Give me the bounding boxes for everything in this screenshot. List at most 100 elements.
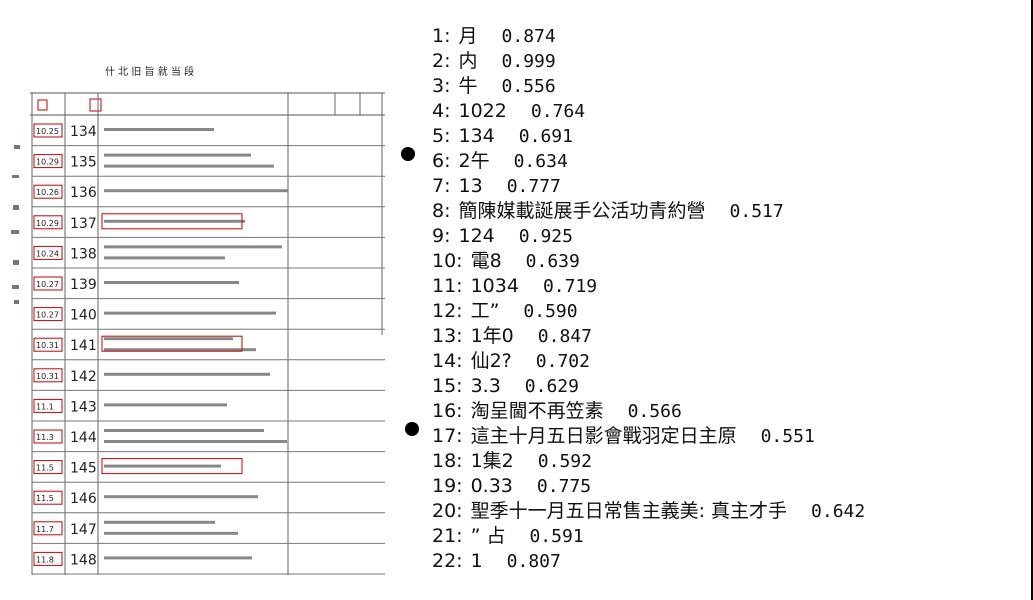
result-score: 0.517 [729,201,784,222]
row-date: 10.31 [36,341,59,350]
result-index: 10: [432,250,463,272]
result-score: 0.764 [530,101,586,122]
handwritten-text-stroke [104,531,238,535]
result-index: 15: [432,375,463,397]
result-index: 1: [432,25,451,47]
result-text: 1年0 [470,325,514,347]
row-date: 10.25 [36,127,59,136]
result-index: 11: [432,275,463,297]
result-index: 19: [432,475,463,497]
row-number: 147 [70,522,97,538]
result-text: 聖季十一月五日常售主義美: 真主才手 [470,500,788,522]
row-date: 10.31 [36,372,59,381]
result-text: 1034 [470,275,519,297]
ocr-result-item: 10: 電8 0.639 [432,249,865,274]
handwritten-text-stroke [104,189,288,193]
row-number: 138 [70,246,97,262]
row-number: 136 [70,185,97,201]
row-date: 10.27 [36,280,59,289]
handwritten-text-stroke [104,337,233,341]
result-score: 0.634 [513,151,568,172]
result-score: 0.556 [501,76,556,97]
result-text: 124 [458,225,495,247]
result-index: 2: [432,50,451,72]
row-date: 10.26 [36,188,59,197]
result-index: 13: [432,325,463,347]
ocr-result-item: 19: 0.33 0.775 [432,474,865,499]
result-score: 0.874 [501,26,556,47]
row-number: 134 [70,124,97,140]
row-date: 11.3 [36,433,54,442]
row-number: 144 [70,430,97,446]
ocr-result-item: 8: 簡陳媒載誕展手公活功青約營 0.517 [432,199,865,224]
handwritten-text-stroke [104,256,225,260]
result-score: 0.642 [811,501,866,522]
scanned-document: 什 北 旧 旨 就 当 段 10.25 134 10.29 135 10.26 136 10… [10,55,388,575]
result-text: 1集2 [470,450,514,472]
row-number: 140 [70,308,97,324]
document-title: 什 北 旧 旨 就 当 段 [105,65,194,78]
result-score: 0.777 [506,176,561,197]
row-number: 146 [70,491,97,507]
ocr-result-item: 21: ” 占 0.591 [432,524,865,549]
result-score: 0.925 [518,226,573,247]
result-text: 134 [458,125,495,147]
result-score: 0.592 [537,451,592,472]
row-date: 11.8 [36,555,54,564]
row-date: 11.7 [36,525,54,534]
ocr-result-item: 3: 牛 0.556 [432,74,865,99]
handwritten-text-stroke [104,495,258,499]
result-text: 13 [458,175,483,197]
result-index: 5: [432,125,451,147]
ocr-result-item: 22: 1 0.807 [432,549,865,574]
ocr-result-list: 1: 月 0.874 2: 内 0.999 3: 牛 0.556 4: 1022 0.764 5: 134… [432,24,865,574]
row-date: 11.5 [36,494,54,503]
result-index: 4: [432,100,451,122]
result-text: 2午 [458,150,490,172]
row-number: 148 [70,552,97,568]
result-index: 9: [432,225,451,247]
result-index: 12: [432,300,463,322]
row-number: 143 [70,399,97,415]
result-score: 0.775 [536,476,592,497]
ocr-result-item: 9: 124 0.925 [432,224,865,249]
ocr-result-item: 7: 13 0.777 [432,174,865,199]
ocr-result-item: 20: 聖季十一月五日常售主義美: 真主才手 0.642 [432,499,865,524]
result-text: 0.33 [470,475,513,497]
handwritten-text-stroke [104,464,221,468]
result-score: 0.719 [542,276,598,297]
ocr-result-item: 13: 1年0 0.847 [432,324,865,349]
result-score: 0.590 [523,301,578,322]
result-text: 内 [458,50,478,72]
handwritten-text-stroke [104,128,214,131]
result-text: 1 [470,550,483,572]
bullet-marker-2 [405,422,419,436]
handwritten-text-stroke [104,245,282,249]
result-index: 8: [432,200,451,222]
bullet-marker-1 [401,147,415,161]
result-score: 0.629 [524,376,579,397]
result-score: 0.566 [627,401,682,422]
result-score: 0.551 [760,426,815,447]
result-score: 0.639 [525,251,580,272]
result-index: 16: [432,400,463,422]
ocr-result-item: 1: 月 0.874 [432,24,865,49]
result-index: 14: [432,350,463,372]
ocr-result-item: 14: 仙2? 0.702 [432,349,865,374]
result-index: 7: [432,175,451,197]
result-score: 0.807 [506,551,561,572]
result-score: 0.847 [537,326,592,347]
document-rows: 10.25 134 10.29 135 10.26 136 10.29 137 10.24 138… [32,123,385,575]
ocr-result-item: 4: 1022 0.764 [432,99,865,124]
result-score: 0.591 [529,526,584,547]
row-number: 139 [70,277,97,293]
result-index: 3: [432,75,451,97]
result-index: 22: [432,550,463,572]
row-number: 145 [70,461,97,477]
handwritten-text-stroke [104,372,270,376]
row-date: 10.29 [36,158,59,167]
ocr-result-item: 17: 這主十月五日影會戰羽定日主原 0.551 [432,424,865,449]
handwritten-text-stroke [104,219,245,223]
result-text: 電8 [470,250,502,272]
row-date: 11.1 [36,402,54,411]
